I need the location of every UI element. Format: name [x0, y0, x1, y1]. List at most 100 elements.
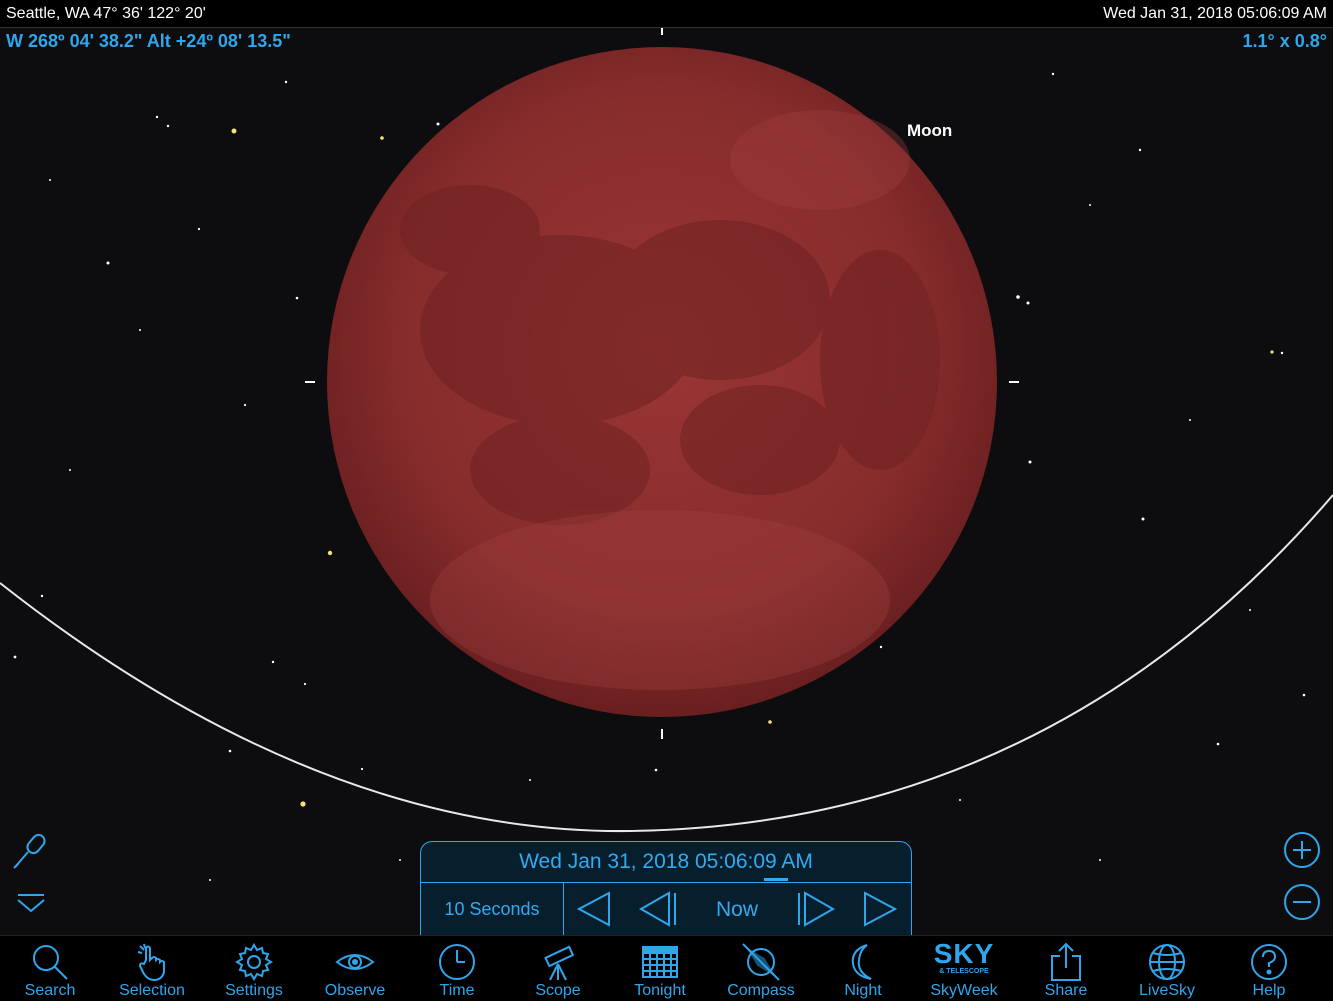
star	[303, 682, 307, 686]
zoom-in-button[interactable]	[1284, 832, 1320, 868]
star	[139, 329, 141, 331]
star	[436, 122, 440, 126]
time-display[interactable]: Wed Jan 31, 2018 05:06:09 AM	[421, 842, 911, 883]
star	[106, 261, 110, 265]
toolbar-share-label: Share	[1044, 982, 1088, 999]
datetime-text: Wed Jan 31, 2018 05:06:09 AM	[1103, 5, 1327, 22]
star	[69, 469, 71, 471]
sky-chart[interactable]	[0, 28, 1333, 935]
toolbar-compass-label: Compass	[727, 982, 795, 999]
eye-icon	[335, 954, 375, 970]
star	[1099, 859, 1101, 861]
compass-icon	[742, 943, 780, 981]
toolbar-time-label: Time	[439, 982, 475, 999]
star	[879, 645, 883, 649]
toolbar-time[interactable]: Time	[407, 936, 507, 1001]
star	[49, 179, 51, 181]
star	[1280, 351, 1284, 355]
star	[166, 124, 170, 128]
bottom-toolbar: Search Selection Settings Observe Time S…	[0, 935, 1333, 1001]
globe-icon	[1149, 944, 1185, 980]
star	[959, 799, 961, 801]
microphone-button[interactable]	[10, 830, 52, 877]
share-icon	[1051, 942, 1081, 981]
location-text: Seattle, WA 47° 36' 122° 20'	[6, 5, 206, 22]
star	[1051, 72, 1055, 76]
sky-telescope-logo-icon: SKY & TELESCOPE	[914, 940, 1014, 976]
star	[399, 859, 401, 861]
star	[197, 227, 201, 231]
star	[300, 801, 306, 807]
clock-icon	[439, 944, 475, 980]
collapse-button[interactable]	[16, 893, 46, 920]
star	[360, 767, 364, 771]
star	[1138, 148, 1142, 152]
toolbar-search-label: Search	[24, 982, 76, 999]
step-forward-button[interactable]	[795, 891, 835, 927]
star	[1089, 204, 1091, 206]
star	[1249, 609, 1251, 611]
star	[1026, 301, 1030, 305]
star	[1216, 742, 1220, 746]
skyweek-logo-main: SKY	[933, 938, 995, 969]
now-button[interactable]: Now	[701, 883, 773, 936]
toolbar-search[interactable]: Search	[0, 936, 100, 1001]
star	[327, 550, 333, 556]
moon-label[interactable]: Moon	[907, 121, 952, 141]
star	[228, 749, 232, 753]
zoom-out-button[interactable]	[1284, 884, 1320, 920]
star	[295, 296, 299, 300]
star	[40, 594, 44, 598]
star	[209, 879, 211, 881]
star	[380, 136, 384, 140]
calendar-grid-icon	[642, 946, 678, 978]
status-bar: Seattle, WA 47° 36' 122° 20' Wed Jan 31,…	[0, 0, 1333, 28]
star	[1302, 693, 1306, 697]
star	[768, 720, 772, 724]
time-control-panel: Wed Jan 31, 2018 05:06:09 AM 10 Seconds …	[420, 841, 912, 936]
step-backward-button[interactable]	[639, 891, 679, 927]
microphone-icon	[13, 833, 46, 869]
toolbar-help-label: Help	[1252, 982, 1286, 999]
star	[654, 768, 658, 772]
star	[1270, 350, 1274, 354]
field-of-view-readout: 1.1° x 0.8°	[1242, 31, 1327, 51]
skyweek-logo-sub: & TELESCOPE	[939, 968, 989, 975]
toolbar-tonight[interactable]: Tonight	[610, 936, 710, 1001]
toolbar-skyweek-label: SkyWeek	[930, 982, 998, 999]
coordinates-readout: W 268º 04' 38.2" Alt +24º 08' 13.5"	[6, 31, 291, 51]
toolbar-observe[interactable]: Observe	[305, 936, 405, 1001]
toolbar-help[interactable]: Help	[1219, 936, 1319, 1001]
star	[13, 655, 17, 659]
play-forward-button[interactable]	[863, 891, 897, 927]
chevron-down-icon	[17, 894, 45, 913]
help-icon	[1251, 944, 1287, 980]
toolbar-skyweek[interactable]: SKY & TELESCOPE SkyWeek	[914, 936, 1014, 1001]
star	[243, 403, 247, 407]
toolbar-observe-label: Observe	[324, 982, 386, 999]
star	[1028, 460, 1032, 464]
gear-icon	[235, 943, 273, 981]
toolbar-selection-label: Selection	[119, 982, 185, 999]
toolbar-settings[interactable]: Settings	[204, 936, 304, 1001]
toolbar-night-label: Night	[844, 982, 882, 999]
toolbar-compass[interactable]: Compass	[711, 936, 811, 1001]
toolbar-scope[interactable]: Scope	[508, 936, 608, 1001]
star	[271, 660, 275, 664]
star	[1016, 295, 1020, 299]
star	[231, 128, 237, 134]
star	[1189, 419, 1191, 421]
toolbar-night[interactable]: Night	[813, 936, 913, 1001]
selection-hand-icon	[137, 943, 165, 982]
toolbar-selection[interactable]: Selection	[102, 936, 202, 1001]
toolbar-scope-label: Scope	[535, 982, 581, 999]
toolbar-livesky[interactable]: LiveSky	[1117, 936, 1217, 1001]
time-step-selector[interactable]: 10 Seconds	[421, 883, 564, 936]
star	[284, 80, 288, 84]
star	[529, 779, 531, 781]
play-backward-button[interactable]	[577, 891, 611, 927]
star	[155, 115, 159, 119]
star	[1141, 517, 1145, 521]
crescent-moon-icon	[851, 944, 872, 980]
toolbar-share[interactable]: Share	[1016, 936, 1116, 1001]
